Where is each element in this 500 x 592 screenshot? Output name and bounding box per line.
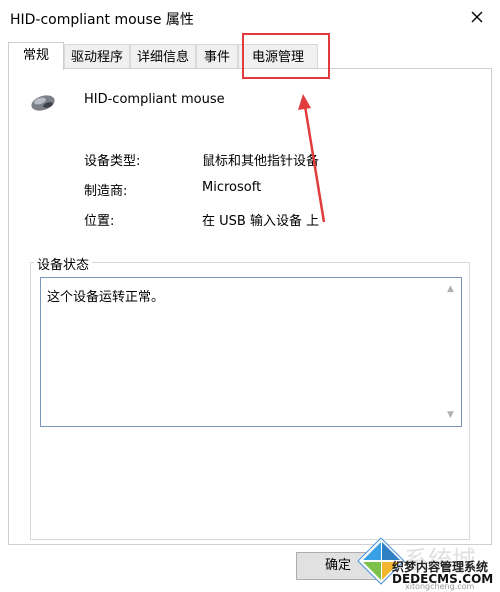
scroll-down-icon[interactable]: ▼ bbox=[447, 410, 457, 420]
watermark-site: xitongcheng.com bbox=[405, 582, 475, 591]
device-type-label: 设备类型: bbox=[84, 154, 141, 169]
device-status-textbox[interactable]: 这个设备运转正常。 ▲ ▼ bbox=[40, 277, 462, 427]
manufacturer-label: 制造商: bbox=[84, 184, 128, 199]
manufacturer-value: Microsoft bbox=[202, 180, 262, 195]
device-status-text: 这个设备运转正常。 bbox=[47, 290, 165, 305]
location-value: 在 USB 输入设备 上 bbox=[202, 214, 320, 229]
tab-general[interactable]: 常规 bbox=[8, 42, 64, 70]
tab-events[interactable]: 事件 bbox=[196, 44, 238, 69]
device-type-value: 鼠标和其他指针设备 bbox=[202, 154, 320, 169]
device-status-label: 设备状态 bbox=[34, 254, 93, 273]
device-name: HID-compliant mouse bbox=[84, 92, 225, 107]
annotation-highlight-box bbox=[242, 33, 330, 79]
tab-details[interactable]: 详细信息 bbox=[130, 44, 196, 69]
scroll-up-icon[interactable]: ▲ bbox=[447, 284, 457, 294]
location-label: 位置: bbox=[84, 214, 115, 229]
close-button[interactable] bbox=[466, 6, 488, 28]
close-icon bbox=[471, 11, 483, 23]
title-bar: HID-compliant mouse 属性 bbox=[0, 0, 500, 36]
tab-driver[interactable]: 驱动程序 bbox=[64, 44, 130, 69]
mouse-icon bbox=[31, 95, 55, 111]
window-title: HID-compliant mouse 属性 bbox=[10, 12, 194, 28]
